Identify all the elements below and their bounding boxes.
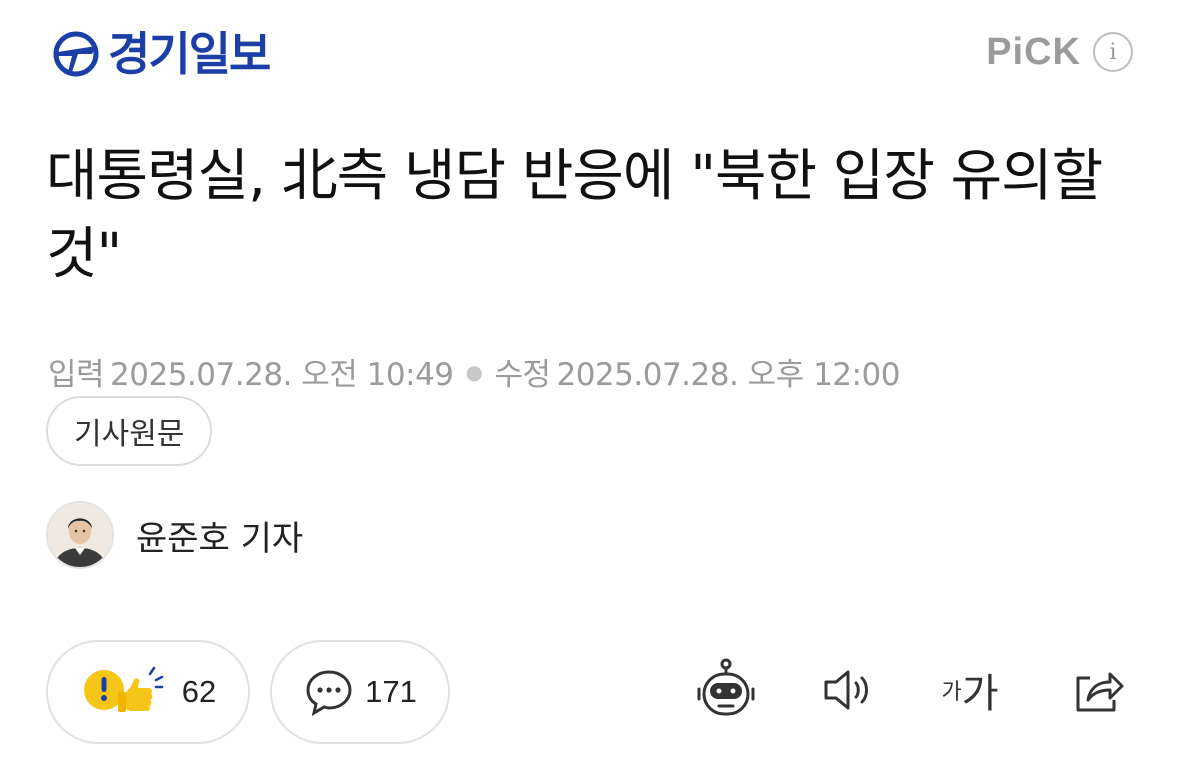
press-logo-text: 경기일보	[108, 27, 271, 81]
share-icon	[1076, 672, 1124, 712]
original-article-button[interactable]: 기사원문	[46, 396, 213, 466]
pick-badge[interactable]: PiCK i	[986, 32, 1133, 72]
font-size-large-glyph: 가	[961, 671, 999, 717]
input-label: 입력	[48, 357, 105, 393]
modified-time: 2025.07.28. 오후 12:00	[556, 357, 900, 393]
reporter-info[interactable]: 윤준호 기자	[46, 501, 303, 569]
comment-button[interactable]: 171	[270, 640, 450, 744]
article-headline: 대통령실, 北측 냉담 반응에 "북한 입장 유의할 것"	[46, 144, 1103, 287]
reporter-photo-icon	[48, 503, 112, 567]
separator-dot-icon: ●	[465, 359, 483, 384]
robot-icon	[697, 658, 755, 716]
modified-label: 수정	[494, 357, 551, 393]
font-size-small-glyph: 가	[941, 680, 962, 705]
input-time: 2025.07.28. 오전 10:49	[110, 357, 454, 393]
listen-button[interactable]	[808, 650, 888, 730]
comment-count: 171	[365, 674, 417, 709]
comment-bubble-icon	[306, 670, 352, 717]
pick-label: PiCK	[986, 31, 1081, 73]
speaker-icon	[824, 670, 868, 710]
info-icon[interactable]: i	[1093, 32, 1133, 72]
reporter-avatar	[46, 501, 114, 569]
share-button[interactable]	[1058, 650, 1138, 730]
reaction-button[interactable]: 62	[46, 640, 250, 744]
reaction-emoji-icon	[83, 666, 163, 712]
article-timestamps: 입력 2025.07.28. 오전 10:49 ● 수정 2025.07.28.…	[48, 349, 900, 394]
reporter-name: 윤준호 기자	[136, 518, 304, 559]
press-logo-icon	[53, 31, 99, 77]
ai-summary-button[interactable]	[686, 650, 766, 730]
press-logo[interactable]: 경기일보	[52, 27, 271, 81]
font-size-button[interactable]: 가 가	[930, 650, 1010, 730]
reaction-count: 62	[181, 674, 217, 709]
